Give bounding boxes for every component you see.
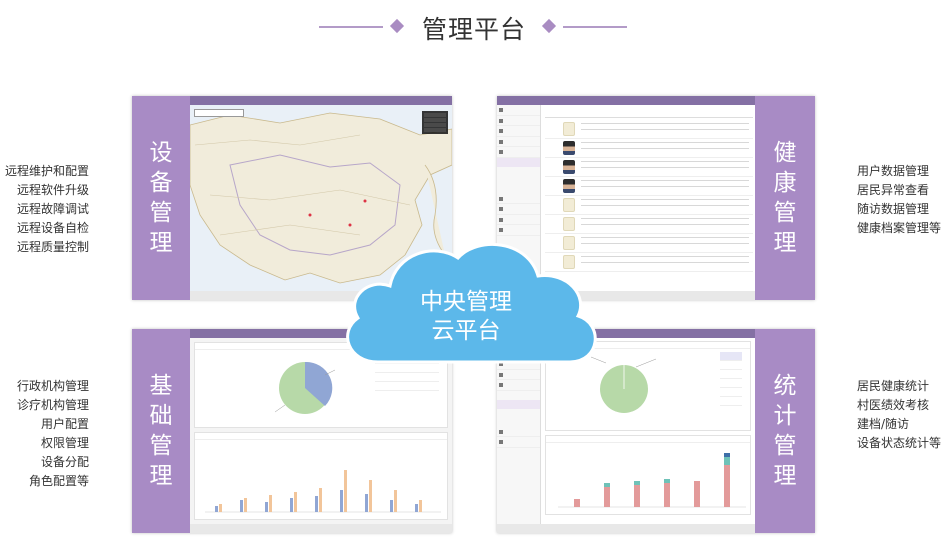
health-management-label: 健康管理 [755,96,815,300]
table-filter-bar [545,108,753,118]
section-header: 管理平台 [0,8,948,44]
avatar [563,122,575,136]
stacked-bar-chart-card [545,435,751,515]
stats-features-list: 居民健康统计 村医绩效考核 建档/随访 设备状态统计等 [857,377,948,453]
sidebar-item[interactable] [497,215,540,225]
list-item: 居民健康统计 [857,379,930,393]
card-title [546,436,750,443]
device-management-label: 设备管理 [132,96,190,300]
sidebar-subitem[interactable] [497,157,540,167]
table-row[interactable] [545,196,753,215]
sidebar-item[interactable] [497,204,540,215]
sidebar-subitem[interactable] [497,409,540,418]
list-item: 村医绩效考核 [857,398,930,412]
menu-item[interactable] [720,352,742,361]
avatar [563,198,575,212]
cloud-platform-label: 中央管理 云平台 [376,288,556,346]
avatar [563,179,575,193]
sidebar-subitem[interactable] [497,399,540,409]
app-title-bar [190,96,452,105]
table-row[interactable] [545,158,753,177]
card-title [195,433,447,440]
list-item: 用户数据管理 [857,164,930,178]
sidebar-subitem[interactable] [497,167,540,176]
avatar [563,217,575,231]
list-item: 设备分配 [40,455,89,469]
app-footer [497,524,755,533]
stats-management-label: 统计管理 [755,329,815,533]
menu-item[interactable] [720,370,742,379]
list-item: 远程质量控制 [16,240,89,254]
sidebar-item[interactable] [497,116,540,126]
menu-item[interactable] [720,361,742,370]
list-item: 建档/随访 [857,417,910,431]
sidebar-item[interactable] [497,137,540,147]
table-row[interactable] [545,120,753,139]
cloud-label-line1: 中央管理 [420,289,512,315]
sidebar-subitem[interactable] [497,185,540,194]
sidebar-item[interactable] [497,147,540,158]
base-management-label: 基础管理 [132,329,190,533]
list-item: 随访数据管理 [857,202,930,216]
list-item: 角色配置等 [28,474,89,488]
menu-item[interactable] [720,379,742,388]
app-title-bar [497,96,755,105]
sidebar-subitem[interactable] [497,391,540,400]
title-right-line [563,26,627,28]
list-item: 设备状态统计等 [857,436,942,450]
health-features-list: 用户数据管理 居民异常查看 随访数据管理 健康档案管理等 [857,162,948,238]
avatar [563,160,575,174]
base-features-list: 行政机构管理 诊疗机构管理 用户配置 权限管理 设备分配 角色配置等 [0,377,89,491]
table-row[interactable] [545,139,753,158]
list-item: 远程设备自检 [16,221,89,235]
bar-chart [205,470,441,513]
sidebar-item[interactable] [497,380,540,391]
sidebar-item[interactable] [497,427,540,437]
list-item: 行政机构管理 [16,379,89,393]
sidebar-subitem[interactable] [497,418,540,427]
sidebar-item[interactable] [497,105,540,116]
list-item: 权限管理 [40,436,89,450]
sidebar-item[interactable] [497,437,540,448]
device-features-list: 远程维护和配置 远程软件升级 远程故障调试 远程设备自检 远程质量控制 [0,162,89,257]
app-footer [190,524,452,533]
avatar [563,141,575,155]
menu-item[interactable] [720,388,742,397]
menu-item[interactable] [720,397,742,406]
page-title: 管理平台 [421,15,526,44]
list-item: 用户配置 [40,417,89,431]
list-item: 居民异常查看 [857,183,930,197]
bar-chart-card [194,432,448,520]
sidebar-subitem[interactable] [497,176,540,185]
map-search-input[interactable] [194,109,244,117]
stacked-bar-chart [558,453,746,508]
list-item: 健康档案管理等 [857,221,942,235]
map-legend [422,111,448,134]
table-row[interactable] [545,177,753,196]
list-item: 诊疗机构管理 [16,398,89,412]
chart-type-menu [720,352,742,406]
sidebar-item[interactable] [497,126,540,137]
sidebar-item[interactable] [497,194,540,204]
list-item: 远程维护和配置 [4,164,89,178]
list-item: 远程故障调试 [16,202,89,216]
cloud-label-line2: 云平台 [431,318,501,344]
list-item: 远程软件升级 [16,183,89,197]
